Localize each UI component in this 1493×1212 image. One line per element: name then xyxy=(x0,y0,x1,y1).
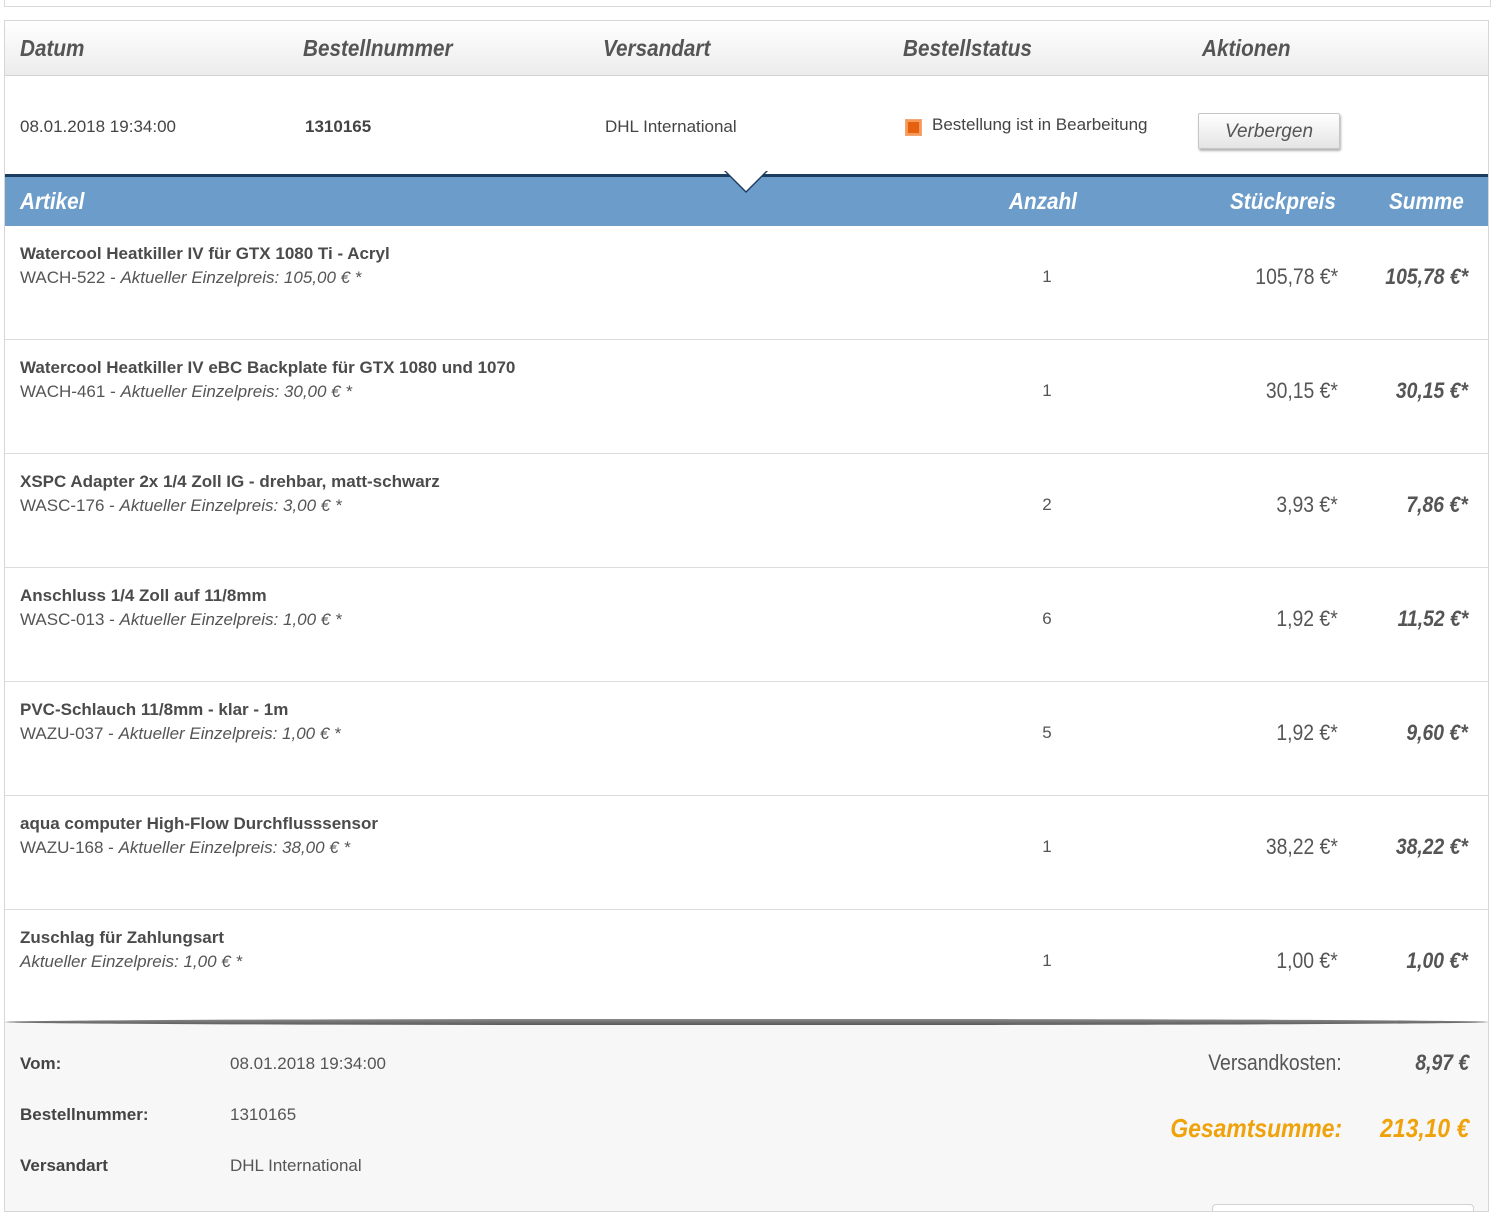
item-sum: 7,86 €* xyxy=(1406,492,1468,517)
orders-table-header: Datum Bestellnummer Versandart Bestellst… xyxy=(5,21,1488,76)
col-unit-price-header: Stückpreis xyxy=(1230,188,1336,214)
shipping-cost-label: Versandkosten: xyxy=(1208,1050,1342,1075)
item-sum: 11,52 €* xyxy=(1397,606,1468,631)
item-sum: 9,60 €* xyxy=(1406,720,1468,745)
list-item: Zuschlag für Zahlungsart Aktueller Einze… xyxy=(5,910,1488,1024)
order-status: Bestellung ist in Bearbeitung xyxy=(932,115,1148,134)
shipping-value: DHL International xyxy=(230,1156,362,1175)
item-sku: WACH-461 xyxy=(20,382,106,401)
item-price-note: Aktueller Einzelpreis: 3,00 € * xyxy=(119,496,342,515)
order-panel: Datum Bestellnummer Versandart Bestellst… xyxy=(4,20,1489,1212)
status-indicator-icon xyxy=(905,119,922,136)
list-item: PVC-Schlauch 11/8mm - klar - 1m WAZU-037… xyxy=(5,682,1488,796)
shipping-cost-value: 8,97 € xyxy=(1415,1050,1469,1075)
list-item: Watercool Heatkiller IV eBC Backplate fü… xyxy=(5,340,1488,454)
item-unit-price: 38,22 €* xyxy=(1265,834,1338,859)
total-value: 213,10 € xyxy=(1379,1113,1469,1143)
col-shipping-header: Versandart xyxy=(603,35,711,61)
items-list: Watercool Heatkiller IV für GTX 1080 Ti … xyxy=(5,226,1488,1024)
item-sku: WACH-522 xyxy=(20,268,106,287)
item-unit-price: 1,92 €* xyxy=(1276,720,1338,745)
list-item: Anschluss 1/4 Zoll auf 11/8mm WASC-013 -… xyxy=(5,568,1488,682)
item-qty: 5 xyxy=(1042,723,1052,742)
item-price-note: Aktueller Einzelpreis: 1,00 € * xyxy=(119,610,342,629)
order-number-value: 1310165 xyxy=(230,1105,297,1124)
item-unit-price: 1,92 €* xyxy=(1276,606,1338,631)
item-details: WACH-522 - Aktueller Einzelpreis: 105,00… xyxy=(20,268,362,287)
col-order-number-header: Bestellnummer xyxy=(303,35,453,61)
item-price-note: Aktueller Einzelpreis: 1,00 € * xyxy=(20,952,243,971)
item-sum: 1,00 €* xyxy=(1406,948,1468,973)
item-sku: WAZU-168 xyxy=(20,838,104,857)
order-row: 08.01.2018 19:34:00 1310165 DHL Internat… xyxy=(5,76,1488,174)
item-name: Zuschlag für Zahlungsart xyxy=(20,928,225,947)
item-unit-price: 105,78 €* xyxy=(1255,264,1338,289)
item-name: PVC-Schlauch 11/8mm - klar - 1m xyxy=(20,700,289,719)
next-panel-edge xyxy=(1212,1204,1474,1211)
item-qty: 1 xyxy=(1042,951,1052,970)
summary-divider xyxy=(5,1019,1488,1025)
col-qty-header: Anzahl xyxy=(1009,188,1077,214)
list-item: XSPC Adapter 2x 1/4 Zoll IG - drehbar, m… xyxy=(5,454,1488,568)
col-article-header: Artikel xyxy=(20,188,85,214)
total-label: Gesamtsumme: xyxy=(1170,1113,1342,1143)
item-details: WAZU-037 - Aktueller Einzelpreis: 1,00 €… xyxy=(20,724,341,743)
item-name: aqua computer High-Flow Durchflusssensor xyxy=(20,814,378,833)
item-price-note: Aktueller Einzelpreis: 38,00 € * xyxy=(118,838,351,857)
item-details: WASC-176 - Aktueller Einzelpreis: 3,00 €… xyxy=(20,496,342,515)
item-price-note: Aktueller Einzelpreis: 30,00 € * xyxy=(120,382,352,401)
item-unit-price: 30,15 €* xyxy=(1265,378,1338,403)
item-details: Aktueller Einzelpreis: 1,00 € * xyxy=(20,952,242,972)
item-qty: 1 xyxy=(1042,267,1052,286)
item-unit-price: 3,93 €* xyxy=(1276,492,1338,517)
order-date: 08.01.2018 19:34:00 xyxy=(20,117,176,136)
item-qty: 1 xyxy=(1042,837,1052,856)
item-details: WASC-013 - Aktueller Einzelpreis: 1,00 €… xyxy=(20,610,342,629)
item-name: Watercool Heatkiller IV für GTX 1080 Ti … xyxy=(20,244,390,263)
list-item: Watercool Heatkiller IV für GTX 1080 Ti … xyxy=(5,226,1488,340)
order-number: 1310165 xyxy=(305,117,372,136)
from-label: Vom: xyxy=(20,1054,62,1073)
col-sum-header: Summe xyxy=(1389,188,1464,214)
col-actions-header: Aktionen xyxy=(1202,35,1291,61)
previous-order-panel-edge xyxy=(4,0,1491,7)
item-unit-price: 1,00 €* xyxy=(1276,948,1338,973)
item-sum: 105,78 €* xyxy=(1385,264,1468,289)
item-name: XSPC Adapter 2x 1/4 Zoll IG - drehbar, m… xyxy=(20,472,440,491)
item-qty: 6 xyxy=(1042,609,1052,628)
from-value: 08.01.2018 19:34:00 xyxy=(230,1054,386,1073)
item-qty: 2 xyxy=(1042,495,1052,514)
item-name: Watercool Heatkiller IV eBC Backplate fü… xyxy=(20,358,516,377)
order-shipping: DHL International xyxy=(605,117,737,136)
item-sku: WASC-013 xyxy=(20,610,105,629)
item-price-note: Aktueller Einzelpreis: 105,00 € * xyxy=(120,268,362,287)
item-price-note: Aktueller Einzelpreis: 1,00 € * xyxy=(118,724,341,743)
item-details: WAZU-168 - Aktueller Einzelpreis: 38,00 … xyxy=(20,838,351,857)
order-number-label: Bestellnummer: xyxy=(20,1105,149,1124)
hide-details-button[interactable]: Verbergen xyxy=(1198,113,1340,149)
item-sum: 38,22 €* xyxy=(1395,834,1468,859)
shipping-label: Versandart xyxy=(20,1156,108,1175)
item-sum: 30,15 €* xyxy=(1395,378,1468,403)
item-name: Anschluss 1/4 Zoll auf 11/8mm xyxy=(20,586,267,605)
item-sku: WAZU-037 xyxy=(20,724,104,743)
expand-notch xyxy=(726,171,766,191)
col-date-header: Datum xyxy=(20,35,85,61)
col-status-header: Bestellstatus xyxy=(903,35,1032,61)
item-details: WACH-461 - Aktueller Einzelpreis: 30,00 … xyxy=(20,382,352,401)
order-summary: Vom: 08.01.2018 19:34:00 Bestellnummer: … xyxy=(5,1021,1488,1211)
item-qty: 1 xyxy=(1042,381,1052,400)
list-item: aqua computer High-Flow Durchflusssensor… xyxy=(5,796,1488,910)
item-sku: WASC-176 xyxy=(20,496,105,515)
